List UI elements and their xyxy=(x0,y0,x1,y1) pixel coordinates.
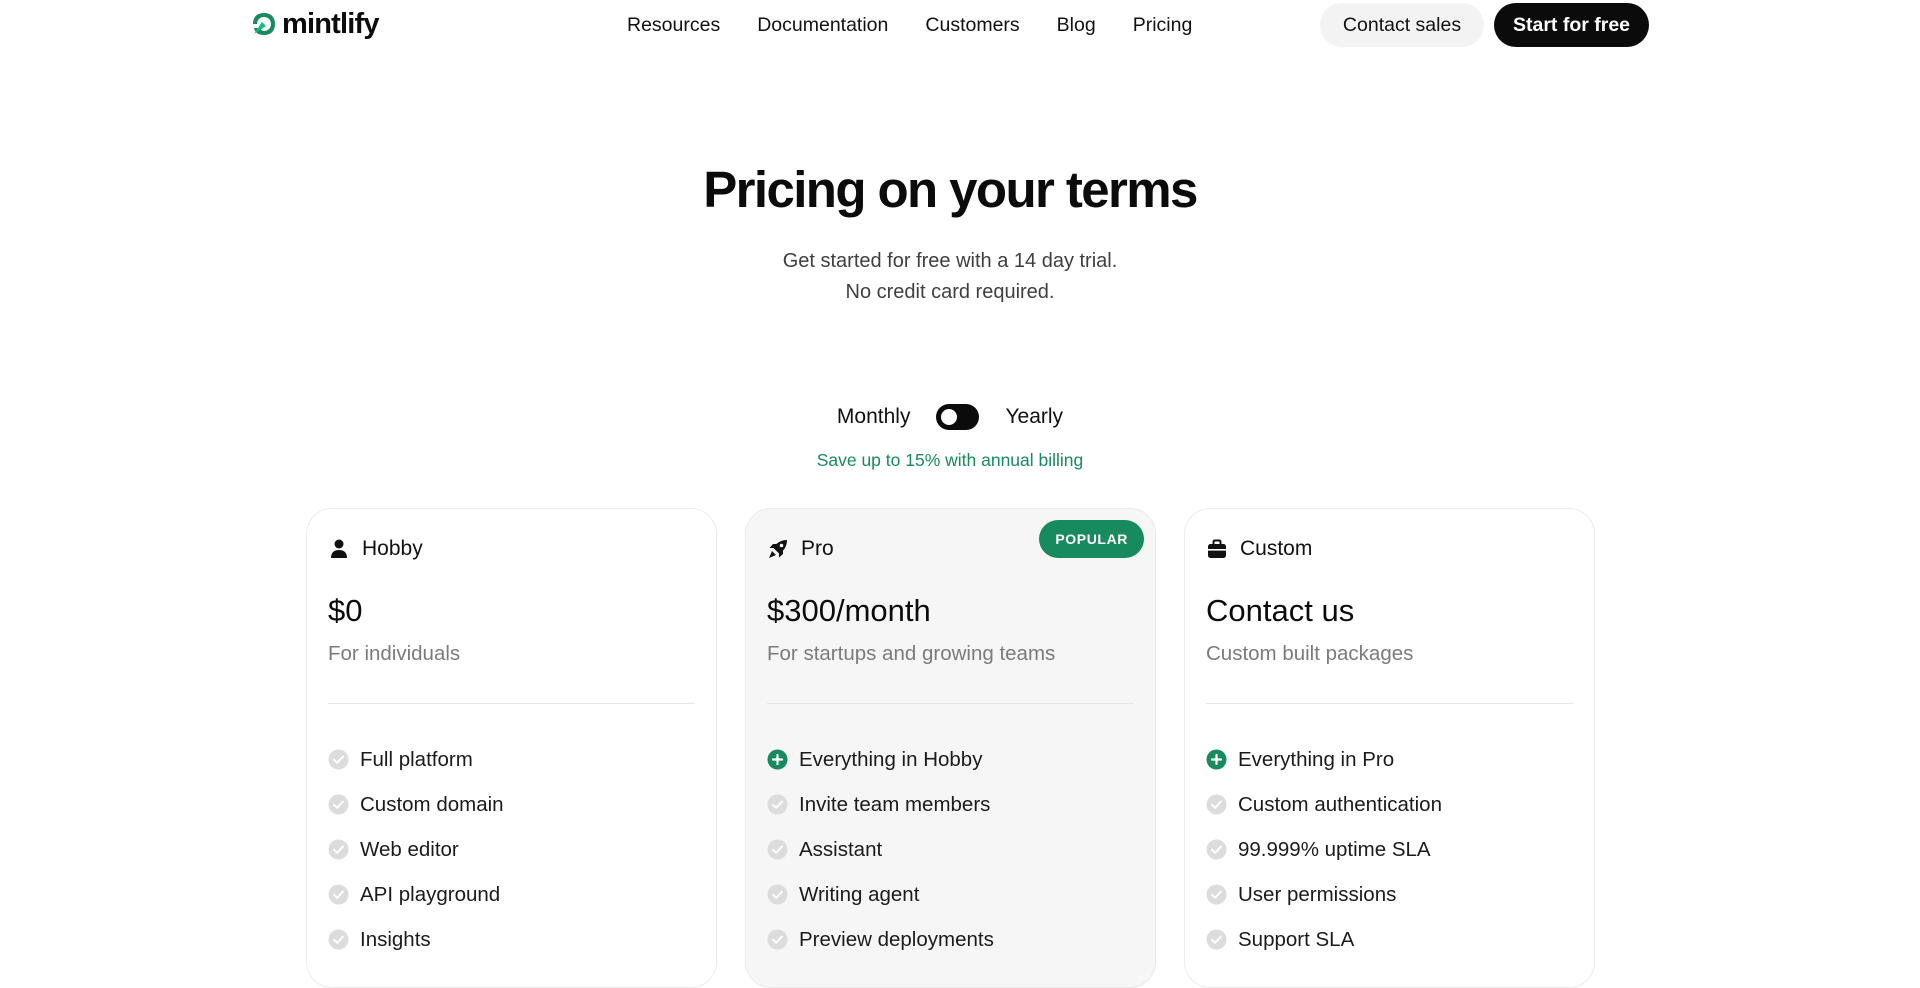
nav-link-blog[interactable]: Blog xyxy=(1057,14,1096,37)
hero-subtitle-line-1: Get started for free with a 14 day trial… xyxy=(782,250,1118,272)
feature-label: Everything in Pro xyxy=(1238,747,1395,771)
feature-item: Writing agent xyxy=(767,872,994,917)
briefcase-icon xyxy=(1208,539,1226,558)
feature-label: User permissions xyxy=(1238,882,1397,906)
check-circle-icon xyxy=(1206,839,1227,860)
feature-item: Web editor xyxy=(328,827,504,872)
nav-link-pricing[interactable]: Pricing xyxy=(1133,14,1193,37)
feature-item: 99.999% uptime SLA xyxy=(1206,827,1442,872)
check-circle-icon xyxy=(767,794,788,815)
check-circle-icon xyxy=(1206,929,1227,950)
feature-item: Full platform xyxy=(328,737,504,782)
user-icon xyxy=(331,539,347,558)
check-circle-icon xyxy=(328,794,349,815)
logo-text: mintlify xyxy=(282,7,380,40)
feature-label: Writing agent xyxy=(799,882,920,906)
feature-item: Custom domain xyxy=(328,782,504,827)
divider xyxy=(328,703,695,704)
feature-label: API playground xyxy=(360,882,501,906)
feature-item: Insights xyxy=(328,917,504,962)
feature-item: Everything in Hobby xyxy=(767,737,994,782)
feature-label: Support SLA xyxy=(1238,927,1355,951)
nav-link-documentation[interactable]: Documentation xyxy=(757,14,888,37)
mintlify-leaf-icon xyxy=(253,13,275,35)
feature-item: Preview deployments xyxy=(767,917,994,962)
feature-item: Custom authentication xyxy=(1206,782,1442,827)
nav-links: Resources Documentation Customers Blog P… xyxy=(627,12,1192,38)
popular-badge: POPULAR xyxy=(1039,520,1144,558)
feature-item: Everything in Pro xyxy=(1206,737,1442,782)
check-circle-icon xyxy=(328,929,349,950)
check-circle-icon xyxy=(1206,794,1227,815)
check-circle-icon xyxy=(767,839,788,860)
feature-label: Invite team members xyxy=(799,792,991,816)
switch-knob xyxy=(941,409,958,425)
plan-header: Pro xyxy=(767,534,834,564)
feature-label: Full platform xyxy=(360,747,473,771)
hero-subtitle: Get started for free with a 14 day trial… xyxy=(0,246,1900,308)
feature-item: Assistant xyxy=(767,827,994,872)
check-circle-icon xyxy=(328,749,349,770)
feature-label: Custom domain xyxy=(360,792,504,816)
feature-item: API playground xyxy=(328,872,504,917)
rocket-icon xyxy=(769,540,787,558)
plan-description: Custom built packages xyxy=(1206,642,1414,665)
feature-label: Preview deployments xyxy=(799,927,994,951)
feature-list: Everything in Hobby Invite team members … xyxy=(767,737,994,962)
feature-label: 99.999% uptime SLA xyxy=(1238,837,1431,861)
feature-item: Support SLA xyxy=(1206,917,1442,962)
feature-label: Assistant xyxy=(799,837,883,861)
nav-link-customers[interactable]: Customers xyxy=(925,14,1019,37)
feature-label: Web editor xyxy=(360,837,459,861)
annual-savings-note: Save up to 15% with annual billing xyxy=(816,450,1084,470)
feature-label: Everything in Hobby xyxy=(799,747,983,771)
plan-card-pro: Pro POPULAR $300/month For startups and … xyxy=(745,508,1156,988)
feature-list: Everything in Pro Custom authentication … xyxy=(1206,737,1442,962)
plan-price: Contact us xyxy=(1206,593,1355,628)
check-circle-icon xyxy=(328,884,349,905)
plan-description: For individuals xyxy=(328,642,461,665)
plan-header: Hobby xyxy=(328,534,423,564)
contact-sales-button[interactable]: Contact sales xyxy=(1320,3,1484,47)
billing-switch[interactable] xyxy=(936,404,980,430)
divider xyxy=(1206,703,1573,704)
mintlify-logo[interactable]: mintlify xyxy=(251,7,380,41)
nav-link-resources[interactable]: Resources xyxy=(627,14,720,37)
feature-label: Custom authentication xyxy=(1238,792,1442,816)
plan-description: For startups and growing teams xyxy=(767,642,1056,665)
feature-label: Insights xyxy=(360,927,431,951)
feature-list: Full platform Custom domain Web editor A… xyxy=(328,737,504,962)
check-circle-icon xyxy=(767,884,788,905)
start-for-free-button[interactable]: Start for free xyxy=(1494,3,1649,47)
billing-yearly-label[interactable]: Yearly xyxy=(1005,405,1063,429)
plan-header: Custom xyxy=(1206,534,1312,564)
plan-price: $300/month xyxy=(767,593,931,628)
billing-monthly-label[interactable]: Monthly xyxy=(837,405,911,429)
feature-item: User permissions xyxy=(1206,872,1442,917)
top-navigation: mintlify Resources Documentation Custome… xyxy=(0,0,1920,50)
plan-name: Custom xyxy=(1240,537,1313,560)
hero-subtitle-line-2: No credit card required. xyxy=(845,281,1055,303)
plan-card-custom: Custom Contact us Custom built packages … xyxy=(1184,508,1595,988)
check-circle-icon xyxy=(328,839,349,860)
plan-price: $0 xyxy=(328,593,363,628)
feature-item: Invite team members xyxy=(767,782,994,827)
divider xyxy=(767,703,1134,704)
plus-circle-icon xyxy=(767,749,788,770)
page-title: Pricing on your terms xyxy=(703,161,1198,218)
plan-name: Pro xyxy=(801,537,834,560)
check-circle-icon xyxy=(1206,884,1227,905)
billing-period-toggle: Monthly Yearly xyxy=(0,401,1900,433)
check-circle-icon xyxy=(767,929,788,950)
plan-name: Hobby xyxy=(362,537,423,560)
plus-circle-icon xyxy=(1206,749,1227,770)
plan-card-hobby: Hobby $0 For individuals Full platform C… xyxy=(306,508,717,988)
